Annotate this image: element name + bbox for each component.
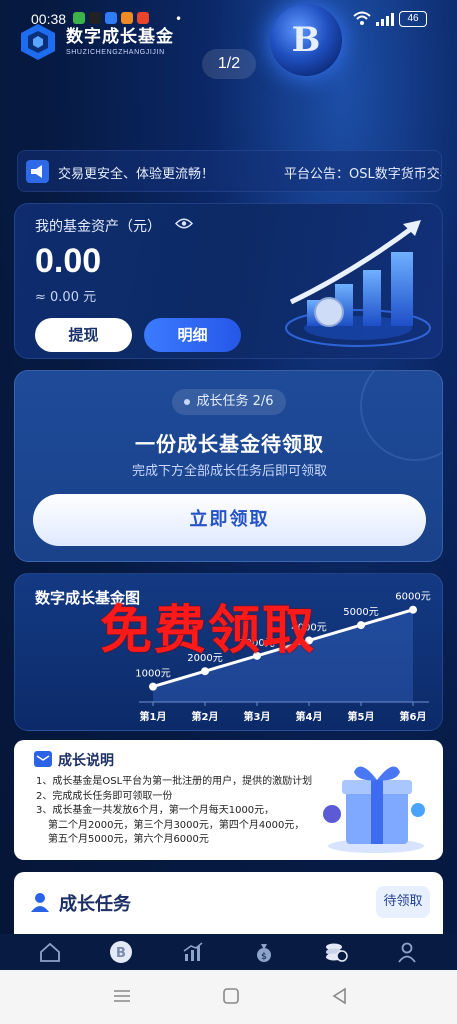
- chart-point: [409, 605, 417, 614]
- withdraw-button[interactable]: 提现: [35, 318, 132, 352]
- asset-approx: ≈ 0.00 元: [35, 290, 97, 305]
- chart-tick-label: 第2月: [192, 710, 219, 723]
- explanation-line: 第五个月5000元，第六个月6000元: [48, 834, 209, 845]
- brand: 数字成长基金 SHUZICHENGZHANGJIJIN: [66, 22, 174, 56]
- chart-point: [149, 682, 157, 691]
- mail-icon: [34, 751, 52, 767]
- asset-label: 我的基金资产（元）: [35, 219, 161, 235]
- chart-tick-label: 第6月: [400, 710, 427, 723]
- fund-asset-card: 我的基金资产（元） 0.00 ≈ 0.00 元 提现 明细: [14, 203, 443, 359]
- chart-point: [357, 621, 365, 630]
- bottom-tab-bar: B $: [0, 934, 457, 970]
- bitcoin-icon[interactable]: B: [109, 940, 133, 964]
- back-icon[interactable]: [330, 986, 350, 1006]
- chart-tick-label: 第4月: [296, 710, 323, 723]
- growth-bars-illustration: [285, 220, 431, 347]
- battery-icon: 46: [399, 11, 427, 27]
- svg-text:$: $: [261, 952, 267, 962]
- home-button-icon[interactable]: [221, 986, 241, 1006]
- detail-button[interactable]: 明细: [144, 318, 241, 352]
- pending-claim-button[interactable]: 待领取: [376, 886, 430, 918]
- explanation-line: 1、成长基金是OSL平台为第一批注册的用户，提供的激励计划: [36, 776, 313, 787]
- explanation-line: 第二个月2000元，第三个月3000元，第四个月4000元，: [48, 819, 305, 831]
- banner-pager: 1/2: [202, 49, 256, 79]
- explanation-title: 成长说明: [58, 753, 114, 769]
- notice-text: 交易更安全、体验更流畅！: [58, 167, 215, 182]
- claim-now-button[interactable]: 立即领取: [33, 494, 426, 546]
- coins-icon[interactable]: [324, 940, 348, 964]
- chart-point: [201, 667, 209, 676]
- growth-task-card: 成长任务 2/6 一份成长基金待领取 完成下方全部成长任务后即可领取 立即领取: [14, 370, 443, 562]
- task-card-title: 一份成长基金待领取: [135, 432, 324, 456]
- system-navigation-bar: [0, 970, 457, 1024]
- task-card-subtitle: 完成下方全部成长任务后即可领取: [131, 464, 327, 479]
- more-notifications-dot: •: [175, 12, 183, 26]
- brand-pinyin: SHUZICHENGZHANGJIJIN: [66, 49, 165, 56]
- home-icon[interactable]: [38, 940, 62, 964]
- chart-point-label: 5000元: [343, 607, 378, 618]
- signal-icon: [376, 13, 394, 26]
- chart-tick-label: 第1月: [140, 710, 167, 723]
- explanation-line: 2、完成成长任务即可领取一份: [36, 790, 173, 802]
- asset-amount: 0.00: [35, 242, 102, 280]
- profile-icon[interactable]: [395, 940, 419, 964]
- task-progress-pill: 成长任务 2/6: [172, 389, 286, 415]
- app-logo-icon: [21, 24, 55, 60]
- chart-tick-label: 第5月: [348, 710, 375, 723]
- explanation-lines: 1、成长基金是OSL平台为第一批注册的用户，提供的激励计划 2、完成成长任务即可…: [36, 775, 312, 848]
- chart-point-label: 6000元: [395, 592, 430, 603]
- eye-icon[interactable]: [175, 218, 193, 229]
- megaphone-icon: [26, 160, 49, 183]
- money-bag-icon[interactable]: $: [252, 940, 276, 964]
- recent-apps-icon[interactable]: [112, 986, 132, 1006]
- growth-explanation-card: 成长说明 1、成长基金是OSL平台为第一批注册的用户，提供的激励计划 2、完成成…: [14, 740, 443, 860]
- wifi-icon: [353, 11, 371, 25]
- notice-bar[interactable]: 交易更安全、体验更流畅！ 平台公告：OSL数字货币交易: [17, 150, 442, 192]
- brand-name: 数字成长基金: [66, 27, 174, 47]
- bitcoin-banner-icon: B: [270, 4, 342, 76]
- announcement-marquee: 平台公告：OSL数字货币交易: [284, 167, 442, 182]
- explanation-line: 3、成长基金一共发放6个月，第一个月每天1000元，: [36, 805, 275, 816]
- user-icon: [31, 893, 49, 912]
- free-claim-watermark: 免费领取: [100, 601, 317, 661]
- chart-tick-label: 第3月: [244, 710, 271, 723]
- growth-tasks-section: 成长任务 待领取: [14, 872, 443, 938]
- svg-text:B: B: [116, 946, 126, 961]
- tasks-title: 成长任务: [59, 894, 131, 915]
- task-progress-text: 成长任务 2/6: [196, 394, 274, 409]
- market-chart-icon[interactable]: [181, 940, 205, 964]
- chart-point-label: 1000元: [135, 669, 170, 680]
- bullet-dot-icon: [184, 398, 191, 405]
- gift-box-icon: [323, 766, 425, 853]
